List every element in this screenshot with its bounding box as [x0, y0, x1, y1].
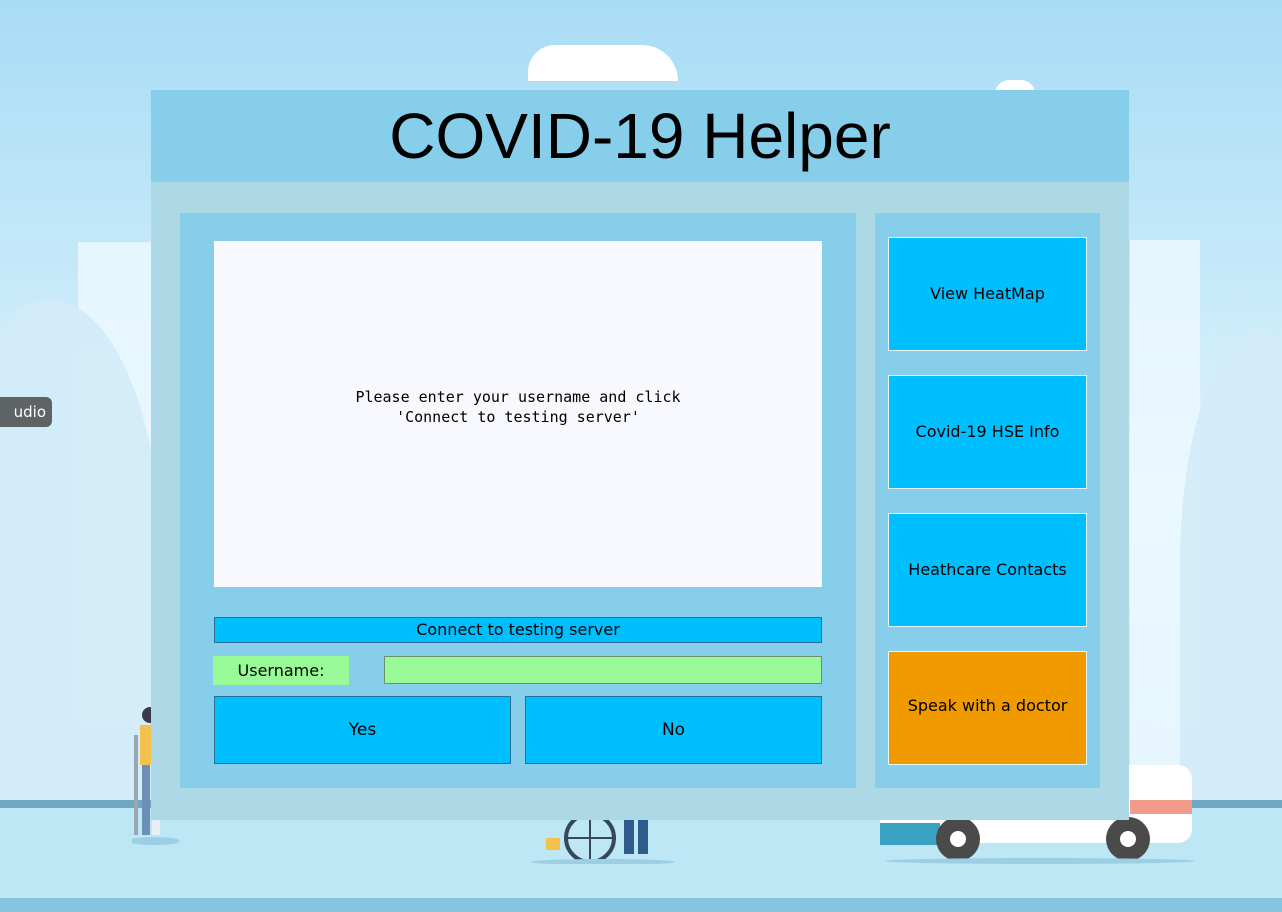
username-label: Username: [213, 656, 349, 685]
yes-button[interactable]: Yes [214, 696, 511, 764]
hse-info-button[interactable]: Covid-19 HSE Info [888, 375, 1087, 489]
background-cloud [528, 45, 678, 81]
no-button[interactable]: No [525, 696, 822, 764]
app-window: COVID-19 Helper Please enter your userna… [151, 90, 1129, 820]
title-bar: COVID-19 Helper [151, 90, 1129, 182]
app-title: COVID-19 Helper [389, 100, 891, 172]
message-box: Please enter your username and click 'Co… [214, 241, 822, 587]
view-heatmap-button[interactable]: View HeatMap [888, 237, 1087, 351]
side-panel: View HeatMap Covid-19 HSE Info Heathcare… [875, 213, 1100, 788]
studio-tag[interactable]: udio [0, 397, 52, 427]
background-ground-edge [0, 898, 1282, 912]
healthcare-contacts-button[interactable]: Heathcare Contacts [888, 513, 1087, 627]
message-text: Please enter your username and click 'Co… [355, 388, 681, 426]
username-input[interactable] [384, 656, 822, 684]
speak-with-doctor-button[interactable]: Speak with a doctor [888, 651, 1087, 765]
main-panel: Please enter your username and click 'Co… [180, 213, 856, 788]
connect-button[interactable]: Connect to testing server [214, 617, 822, 643]
